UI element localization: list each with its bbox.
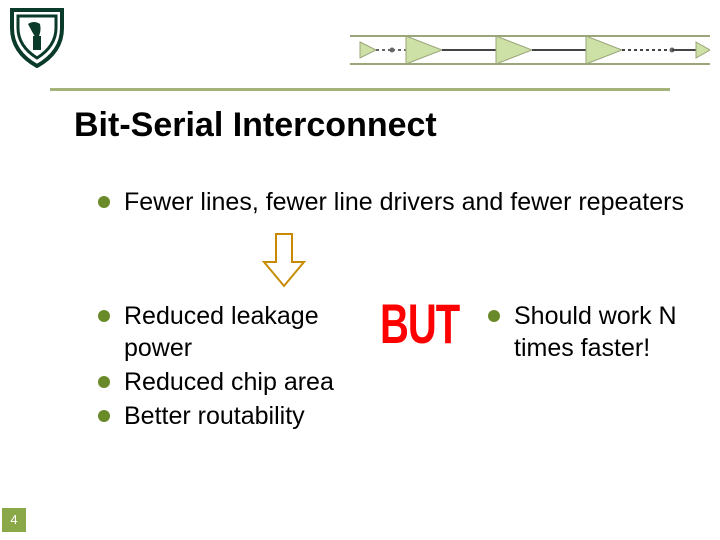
bullet-icon xyxy=(488,310,500,322)
bullet-icon xyxy=(98,196,110,208)
outline-down-arrow-icon xyxy=(262,232,306,288)
bullet-text: Reduced leakage power xyxy=(124,300,358,364)
bullet-item: Better routability xyxy=(98,400,358,432)
bullet-item: Reduced leakage power xyxy=(98,300,358,364)
bullet-text: Should work N times faster! xyxy=(514,300,708,364)
bullet-icon xyxy=(98,410,110,422)
header-divider xyxy=(50,88,670,91)
bullet-icon xyxy=(98,376,110,388)
but-emphasis: BUT xyxy=(380,294,459,357)
right-bullet-list: Should work N times faster! xyxy=(488,300,708,364)
bullet-text: Reduced chip area xyxy=(124,366,334,398)
bullet-text: Fewer lines, fewer line drivers and fewe… xyxy=(124,186,684,218)
bullet-item: Reduced chip area xyxy=(98,366,358,398)
driver-repeater-chain-icon xyxy=(350,28,710,72)
bullet-item: Fewer lines, fewer line drivers and fewe… xyxy=(98,186,698,218)
slide-title: Bit-Serial Interconnect xyxy=(74,106,437,145)
institution-shield-logo xyxy=(10,6,64,68)
bullet-icon xyxy=(98,310,110,322)
page-number: 4 xyxy=(2,508,26,532)
bullet-item: Should work N times faster! xyxy=(488,300,708,364)
bullet-text: Better routability xyxy=(124,400,305,432)
left-bullet-list: Reduced leakage power Reduced chip area … xyxy=(98,300,358,434)
